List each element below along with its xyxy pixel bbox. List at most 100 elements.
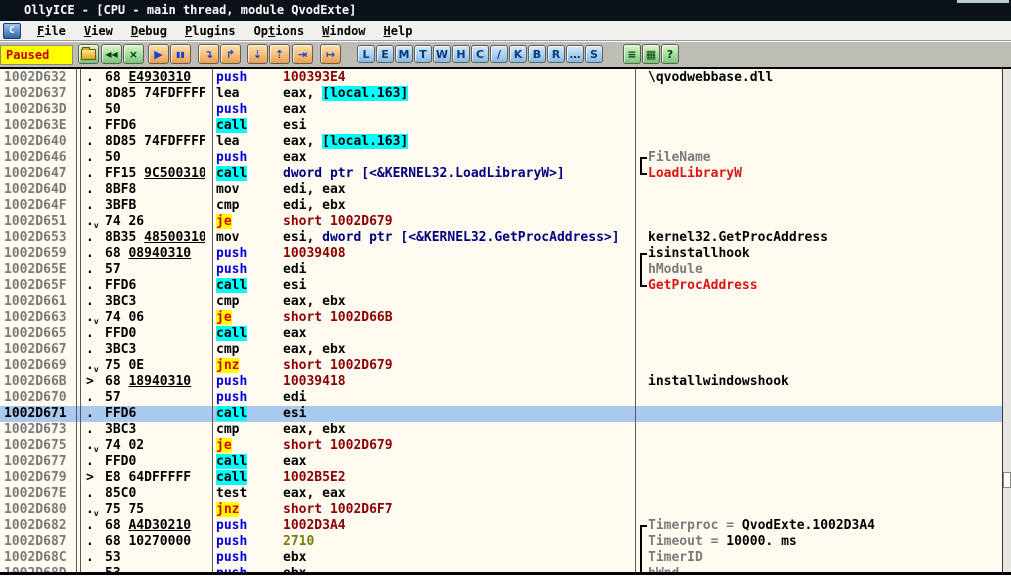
- patches-button[interactable]: /: [490, 45, 508, 63]
- address-cell: 1002D680: [4, 502, 67, 518]
- executables-button[interactable]: E: [376, 45, 394, 63]
- log-button[interactable]: L: [357, 45, 375, 63]
- disasm-row[interactable]: 1002D667.3BC3cmpeax, ebx: [0, 342, 1002, 358]
- disasm-row[interactable]: 1002D63E.FFD6callesi: [0, 118, 1002, 134]
- disasm-row[interactable]: 1002D646.50pusheaxFileName: [0, 150, 1002, 166]
- address-cell: 1002D647: [4, 166, 67, 182]
- opcode-bytes-cell: 68 08940310: [105, 246, 205, 262]
- breakpoints-button[interactable]: B: [528, 45, 546, 63]
- opcode-bytes-cell: FFD0: [105, 326, 205, 342]
- source-button[interactable]: S: [585, 45, 603, 63]
- disasm-row[interactable]: 1002D66B>68 18940310push10039418installw…: [0, 374, 1002, 390]
- windows-button[interactable]: W: [433, 45, 451, 63]
- disasm-row[interactable]: 1002D669.v75 0Ejnzshort 1002D679: [0, 358, 1002, 374]
- disasm-row[interactable]: 1002D647.FF15 9C500310calldword ptr [<&K…: [0, 166, 1002, 182]
- operands-cell: short 1002D679: [283, 358, 393, 374]
- close-button[interactable]: ×: [123, 44, 144, 64]
- disasm-row[interactable]: 1002D677.FFD0calleax: [0, 454, 1002, 470]
- menu-window[interactable]: Window: [313, 21, 374, 41]
- disasm-row[interactable]: 1002D661.3BC3cmpeax, ebx: [0, 294, 1002, 310]
- mnemonic-cell: push: [216, 150, 247, 166]
- step-over-button[interactable]: ↱: [220, 44, 241, 64]
- mnemonic-cell: call: [216, 454, 247, 470]
- disasm-row[interactable]: 1002D65F.FFD6callesiGetProcAddress: [0, 278, 1002, 294]
- memory-map-button[interactable]: M: [395, 45, 413, 63]
- column-separator[interactable]: [76, 69, 77, 572]
- disasm-row[interactable]: 1002D659.68 08940310push10039408isinstal…: [0, 246, 1002, 262]
- go-to-address-button[interactable]: ↦: [320, 44, 341, 64]
- menu-debug[interactable]: Debug: [122, 21, 176, 41]
- operands-cell: eax: [283, 454, 306, 470]
- references-button[interactable]: R: [547, 45, 565, 63]
- disasm-row[interactable]: 1002D670.57pushedi: [0, 390, 1002, 406]
- disasm-row[interactable]: 1002D67E.85C0testeax, eax: [0, 486, 1002, 502]
- disasm-row[interactable]: 1002D640.8D85 74FDFFFFleaeax, [local.163…: [0, 134, 1002, 150]
- disasm-row[interactable]: 1002D64F.3BFBcmpedi, ebx: [0, 198, 1002, 214]
- disasm-row[interactable]: 1002D665.FFD0calleax: [0, 326, 1002, 342]
- menu-view[interactable]: View: [75, 21, 122, 41]
- opcode-bytes-cell: 75 75: [105, 502, 205, 518]
- mnemonic-cell: cmp: [216, 198, 239, 214]
- disasm-row[interactable]: 1002D663.v74 06jeshort 1002D66B: [0, 310, 1002, 326]
- handles-button[interactable]: H: [452, 45, 470, 63]
- opcode-bytes-cell: 57: [105, 262, 205, 278]
- operands-cell: eax, [local.163]: [283, 86, 408, 102]
- argument-bracket: [640, 262, 647, 278]
- call-stack-button[interactable]: K: [509, 45, 527, 63]
- disasm-row[interactable]: 1002D682.68 A4D30210push1002D3A4Timerpro…: [0, 518, 1002, 534]
- status-paused-badge: Paused: [0, 45, 73, 65]
- opcode-bytes-cell: 74 26: [105, 214, 205, 230]
- column-separator[interactable]: [635, 69, 636, 572]
- disasm-row[interactable]: 1002D651.v74 26jeshort 1002D679: [0, 214, 1002, 230]
- run-button[interactable]: ▶: [148, 44, 169, 64]
- menu-file[interactable]: File: [28, 21, 75, 41]
- disasm-row[interactable]: 1002D679>E8 64DFFFFFcall1002B5E2: [0, 470, 1002, 486]
- vertical-scrollbar[interactable]: [1002, 69, 1011, 572]
- disasm-row[interactable]: 1002D675.v74 02jeshort 1002D679: [0, 438, 1002, 454]
- animate-over-button[interactable]: ⇡: [269, 44, 290, 64]
- window-title: OllyICE - [CPU - main thread, module Qvo…: [24, 0, 356, 21]
- menu-options[interactable]: Options: [245, 21, 314, 41]
- column-separator[interactable]: [212, 69, 213, 572]
- menu-help[interactable]: Help: [375, 21, 422, 41]
- column-separator[interactable]: [80, 69, 81, 572]
- disasm-row[interactable]: 1002D63D.50pusheax: [0, 102, 1002, 118]
- threads-button[interactable]: T: [414, 45, 432, 63]
- argument-bracket: [640, 550, 647, 566]
- cpu-button[interactable]: C: [471, 45, 489, 63]
- open-file-button[interactable]: [78, 44, 99, 64]
- address-cell: 1002D673: [4, 422, 67, 438]
- comment-cell: kernel32.GetProcAddress: [648, 230, 828, 246]
- disasm-row[interactable]: 1002D68C.53pushebxTimerID: [0, 550, 1002, 566]
- cpu-child-window-icon[interactable]: C: [3, 23, 21, 39]
- flow-marker: .v: [86, 310, 99, 326]
- step-into-button[interactable]: ↴: [198, 44, 219, 64]
- disasm-row[interactable]: 1002D632.68 E4930310push100393E4\qvodweb…: [0, 70, 1002, 86]
- disasm-row[interactable]: 1002D637.8D85 74FDFFFFleaeax, [local.163…: [0, 86, 1002, 102]
- restart-button[interactable]: ◀◀: [101, 44, 122, 64]
- disasm-row[interactable]: 1002D680.v75 75jnzshort 1002D6F7: [0, 502, 1002, 518]
- disasm-row[interactable]: 1002D653.8B35 48500310movesi, dword ptr …: [0, 230, 1002, 246]
- animate-into-button[interactable]: ⇣: [247, 44, 268, 64]
- address-cell: 1002D663: [4, 310, 67, 326]
- flow-marker: .: [86, 198, 94, 214]
- disasm-row[interactable]: 1002D671.FFD6callesi: [0, 406, 1002, 422]
- scrollbar-thumb[interactable]: [1003, 472, 1011, 488]
- mnemonic-cell: push: [216, 550, 247, 566]
- disasm-row[interactable]: 1002D687.68 10270000push2710Timeout = 10…: [0, 534, 1002, 550]
- windows-list-button[interactable]: ≡: [623, 44, 641, 64]
- disasm-row[interactable]: 1002D64D.8BF8movedi, eax: [0, 182, 1002, 198]
- flow-marker: .: [86, 294, 94, 310]
- run-trace-button[interactable]: …: [566, 45, 584, 63]
- appearance-button[interactable]: ▦: [642, 44, 660, 64]
- menu-plugins[interactable]: Plugins: [176, 21, 245, 41]
- opcode-bytes-cell: FFD0: [105, 454, 205, 470]
- disasm-row[interactable]: 1002D673.3BC3cmpeax, ebx: [0, 422, 1002, 438]
- address-cell: 1002D65E: [4, 262, 67, 278]
- execute-till-return-button[interactable]: ⇥: [292, 44, 313, 64]
- flow-marker: .v: [86, 358, 99, 374]
- pause-button[interactable]: ▮▮: [170, 44, 191, 64]
- disasm-row[interactable]: 1002D65E.57pushedihModule: [0, 262, 1002, 278]
- help-about-button[interactable]: ?: [661, 44, 679, 64]
- opcode-bytes-cell: FF15 9C500310: [105, 166, 205, 182]
